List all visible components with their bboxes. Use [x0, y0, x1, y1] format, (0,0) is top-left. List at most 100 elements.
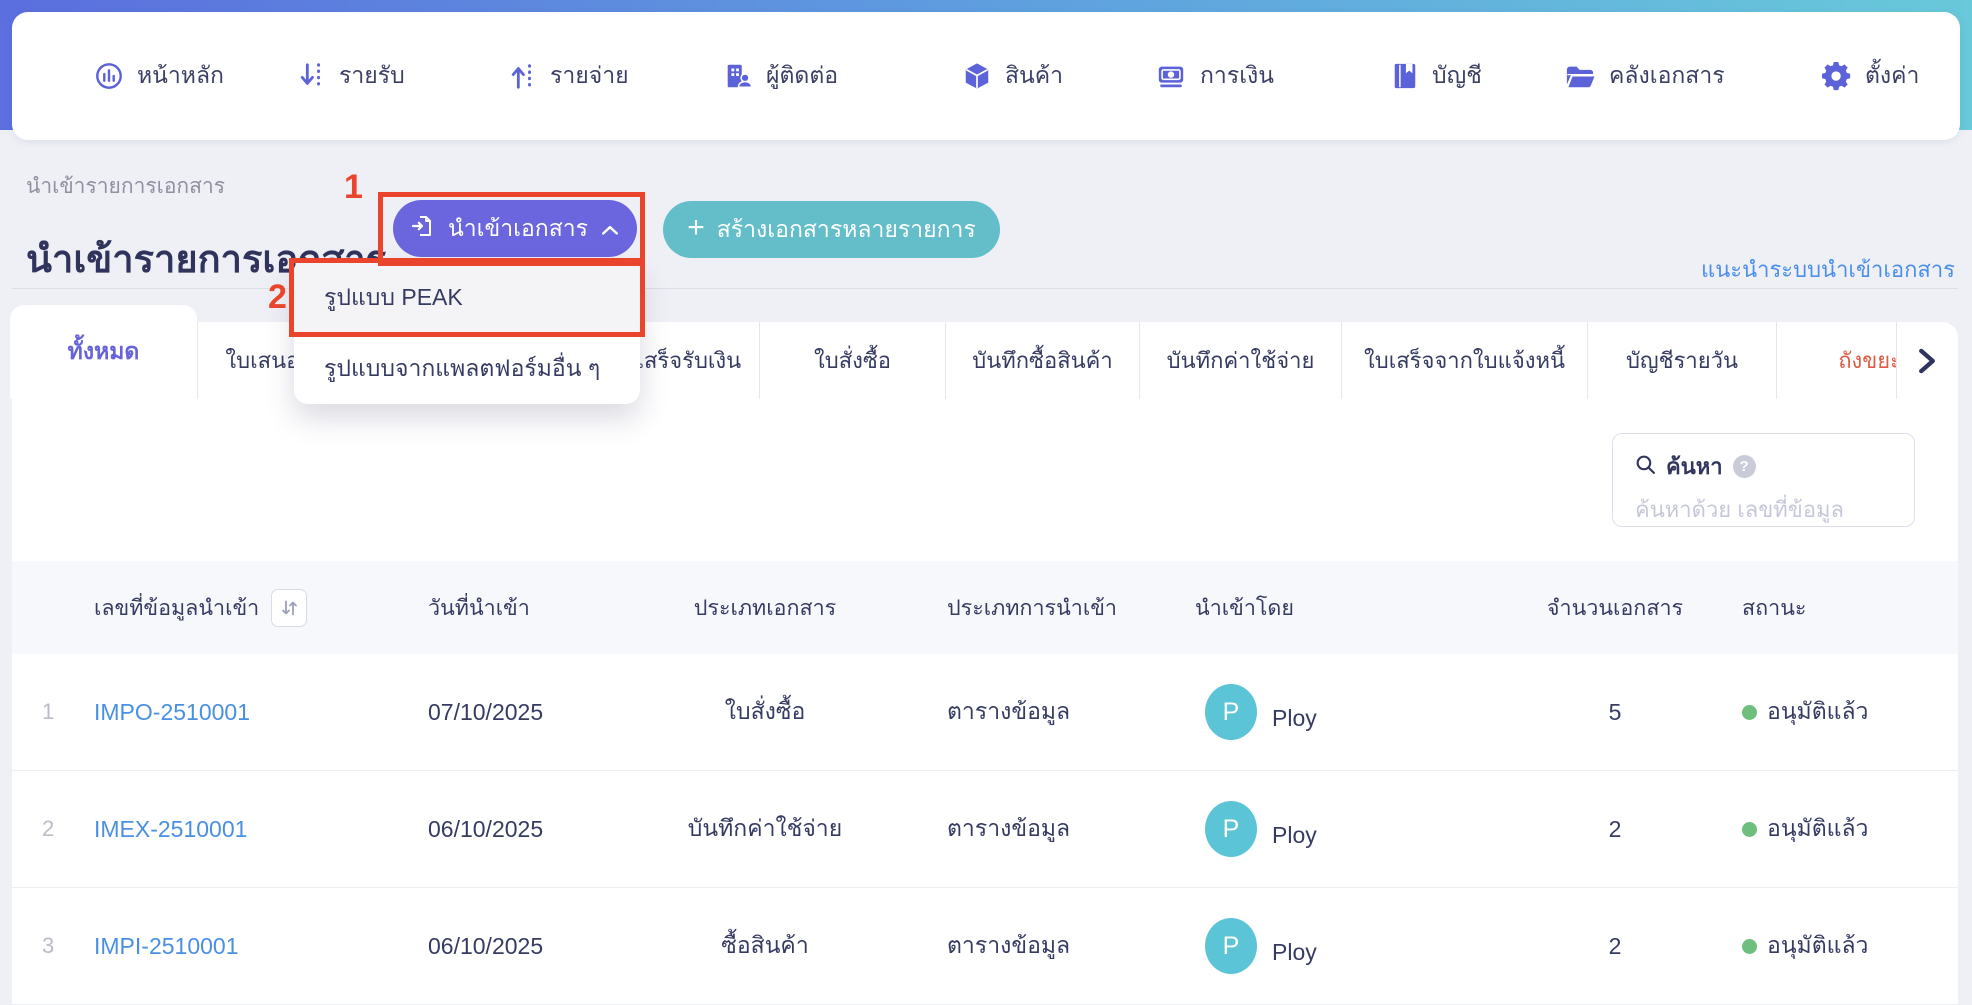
nav-item-label: คลังเอกสาร [1609, 58, 1725, 94]
nav-item-8[interactable]: คลังเอกสาร [1564, 12, 1725, 140]
table-header-cell: นำเข้าโดย [1195, 591, 1500, 625]
import-date: 06/10/2025 [428, 933, 660, 960]
imported-by-name: Ploy [1272, 939, 1317, 966]
search-label: ค้นหา [1666, 449, 1723, 484]
search-icon [1635, 454, 1656, 480]
search-input[interactable]: ค้นหา ? ค้นหาด้วย เลขที่ข้อมูล [1612, 433, 1915, 527]
row-index: 1 [12, 699, 94, 725]
tab-all[interactable]: ทั้งหมด [10, 305, 197, 399]
nav-item-4[interactable]: ผู้ติดต่อ [723, 12, 838, 140]
search-placeholder: ค้นหาด้วย เลขที่ข้อมูล [1635, 492, 1914, 527]
nav-item-6[interactable]: การเงิน [1155, 12, 1274, 140]
nav-item-9[interactable]: ตั้งค่า [1822, 12, 1919, 140]
chevron-right-icon [1916, 348, 1938, 374]
tab-label: บันทึกซื้อสินค้า [972, 343, 1113, 378]
ledger-icon [1391, 61, 1419, 91]
status-dot-icon [1742, 939, 1757, 954]
tab-9[interactable]: บัญชีรายวัน [1587, 322, 1776, 399]
tab-10[interactable]: ถังขยะ [1776, 322, 1896, 399]
nav-item-label: การเงิน [1200, 58, 1274, 94]
row-index: 2 [12, 816, 94, 842]
nav-item-label: รายจ่าย [550, 58, 629, 94]
nav-item-label: หน้าหลัก [137, 58, 224, 94]
dropdown-item-2[interactable]: รูปแบบจากแพลตฟอร์มอื่น ๆ [294, 333, 640, 404]
document-count: 5 [1500, 699, 1730, 726]
nav-item-2[interactable]: รายรับ [298, 12, 405, 140]
import-document-button[interactable]: นำเข้าเอกสาร [393, 200, 637, 257]
status-label: อนุมัติแล้ว [1767, 811, 1868, 847]
import-number-link[interactable]: IMEX-2510001 [94, 816, 247, 843]
import-date: 06/10/2025 [428, 816, 660, 843]
document-type: ซื้อสินค้า [660, 928, 870, 964]
status-label: อนุมัติแล้ว [1767, 928, 1868, 964]
document-count: 2 [1500, 933, 1730, 960]
column-header-label: ประเภทเอกสาร [694, 596, 836, 620]
dropdown-item-1[interactable]: รูปแบบ PEAK [294, 262, 640, 333]
import-number-link[interactable]: IMPO-2510001 [94, 699, 250, 726]
document-count: 2 [1500, 816, 1730, 843]
column-header-label: เลขที่ข้อมูลนำเข้า [94, 591, 259, 625]
table-card: ค้นหา ? ค้นหาด้วย เลขที่ข้อมูล เลขที่ข้อ… [12, 398, 1958, 1004]
income-icon [298, 61, 326, 91]
column-header-label: จำนวนเอกสาร [1547, 596, 1683, 620]
annotation-step-1: 1 [344, 168, 363, 207]
avatar: P [1205, 918, 1257, 974]
breadcrumb: นำเข้ารายการเอกสาร [26, 170, 225, 203]
status-dot-icon [1742, 705, 1757, 720]
tab-label: ใบเสร็จจากใบแจ้งหนี้ [1364, 343, 1565, 378]
nav-item-label: สินค้า [1005, 58, 1063, 94]
column-header-label: สถานะ [1742, 591, 1806, 625]
table-header-row: เลขที่ข้อมูลนำเข้า วันที่นำเข้า ประเภทเอกส… [12, 561, 1958, 654]
import-date: 07/10/2025 [428, 699, 660, 726]
import-type: ตารางข้อมูล [870, 928, 1195, 964]
avatar: P [1205, 684, 1257, 740]
import-number-link[interactable]: IMPI-2510001 [94, 933, 238, 960]
nav-item-3[interactable]: รายจ่าย [509, 12, 629, 140]
folder-icon [1564, 61, 1596, 91]
chevron-up-icon [601, 215, 619, 242]
nav-item-label: ตั้งค่า [1865, 58, 1919, 94]
dashboard-icon [94, 61, 124, 91]
table-header-cell: สถานะ [1730, 591, 1958, 625]
help-badge-icon[interactable]: ? [1733, 455, 1756, 478]
imported-by-name: Ploy [1272, 705, 1317, 732]
row-index: 3 [12, 933, 94, 959]
document-type: ใบสั่งซื้อ [660, 694, 870, 730]
document-type: บันทึกค่าใช้จ่าย [660, 811, 870, 847]
column-header-label: วันที่นำเข้า [428, 596, 530, 620]
tab-label: ถังขยะ [1838, 343, 1896, 378]
finance-icon [1155, 61, 1187, 91]
tab-label: บัญชีรายวัน [1626, 343, 1738, 378]
import-document-label: นำเข้าเอกสาร [448, 211, 588, 247]
tab-7[interactable]: บันทึกค่าใช้จ่าย [1139, 322, 1341, 399]
create-multiple-documents-label: สร้างเอกสารหลายรายการ [717, 212, 976, 248]
products-icon [962, 61, 992, 91]
import-dropdown-menu: รูปแบบ PEAKรูปแบบจากแพลตฟอร์มอื่น ๆ [294, 262, 640, 404]
table-row: 1 IMPO-2510001 07/10/2025 ใบสั่งซื้อ ตาร… [12, 654, 1958, 771]
annotation-step-2: 2 [268, 278, 287, 317]
tabs-scroll-right-button[interactable] [1896, 322, 1956, 399]
avatar: P [1205, 801, 1257, 857]
tab-5[interactable]: ใบสั่งซื้อ [759, 322, 945, 399]
table-header-cell: เลขที่ข้อมูลนำเข้า [94, 589, 428, 627]
tab-6[interactable]: บันทึกซื้อสินค้า [945, 322, 1139, 399]
nav-item-label: บัญชี [1432, 58, 1482, 94]
column-header-label: ประเภทการนำเข้า [947, 596, 1117, 620]
import-guide-link[interactable]: แนะนำระบบนำเข้าเอกสาร [1701, 252, 1955, 287]
tab-8[interactable]: ใบเสร็จจากใบแจ้งหนี้ [1341, 322, 1587, 399]
status-label: อนุมัติแล้ว [1767, 694, 1868, 730]
status-dot-icon [1742, 822, 1757, 837]
gear-icon [1822, 61, 1852, 91]
nav-item-1[interactable]: หน้าหลัก [94, 12, 224, 140]
nav-item-label: ผู้ติดต่อ [766, 58, 838, 94]
nav-item-7[interactable]: บัญชี [1391, 12, 1482, 140]
nav-item-5[interactable]: สินค้า [962, 12, 1063, 140]
import-document-icon [411, 214, 435, 244]
sort-icon[interactable] [271, 589, 307, 627]
nav-item-label: รายรับ [339, 58, 405, 94]
table-header-cell: ประเภทเอกสาร [660, 591, 870, 625]
table-body: 1 IMPO-2510001 07/10/2025 ใบสั่งซื้อ ตาร… [12, 654, 1958, 1005]
tab-label: บันทึกค่าใช้จ่าย [1167, 343, 1315, 378]
imported-by-name: Ploy [1272, 822, 1317, 849]
create-multiple-documents-button[interactable]: + สร้างเอกสารหลายรายการ [663, 201, 1000, 258]
